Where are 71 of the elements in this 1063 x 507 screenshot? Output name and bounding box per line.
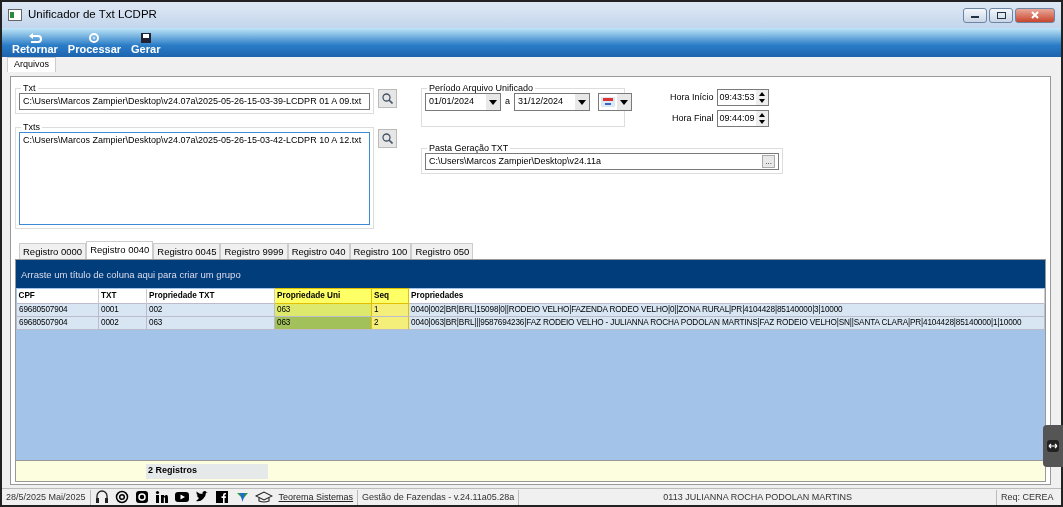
- app-icon: [8, 9, 22, 21]
- time-label: Hora Final: [672, 111, 714, 125]
- status-req: Req: CEREA: [1000, 490, 1055, 504]
- grid-tab[interactable]: Registro 0040: [86, 241, 154, 259]
- dropdown-arrow-icon: [620, 99, 628, 105]
- time-field[interactable]: 09:43:53: [716, 89, 769, 106]
- maximize-icon: [996, 11, 1006, 19]
- maximize-button[interactable]: [989, 7, 1013, 23]
- column-header[interactable]: TXT: [98, 288, 147, 304]
- date-picker[interactable]: 31/12/2024: [514, 93, 590, 111]
- return-icon: [27, 32, 42, 43]
- double-arrow-icon: [1047, 440, 1059, 452]
- dropdown-arrow-icon: [489, 99, 497, 105]
- linkedin-icon[interactable]: [154, 490, 169, 504]
- instagram-icon[interactable]: [134, 490, 149, 504]
- spinner-arrows-icon: [755, 90, 768, 105]
- twitter-icon[interactable]: [194, 490, 209, 504]
- column-header[interactable]: Propriedades: [408, 288, 1045, 304]
- dropdown-arrow-icon: [578, 99, 586, 105]
- spinner-arrows-icon: [755, 111, 768, 126]
- text-field[interactable]: C:\Users\Marcos Zampier\Desktop\v24.07a\2025-05-26-15-03-39-LCDPR 01 A 09.txt: [19, 93, 370, 110]
- field-label: Período Arquivo Unificado: [428, 83, 535, 93]
- grid-tab[interactable]: Registro 9999: [220, 243, 288, 259]
- column-header[interactable]: Propriedade Uni: [274, 288, 372, 304]
- graduation-cap-icon[interactable]: [254, 490, 273, 504]
- search-button[interactable]: [378, 89, 397, 108]
- company-link[interactable]: Teorema Sistemas: [278, 489, 354, 505]
- table-cell: 002: [146, 303, 275, 317]
- browse-button[interactable]: ...: [762, 155, 775, 168]
- minimize-button[interactable]: [963, 7, 987, 23]
- youtube-icon[interactable]: [174, 490, 189, 504]
- separator-label: a: [505, 95, 510, 109]
- group-panel: Arraste um título de coluna aqui para criar um grupo: [16, 260, 1045, 288]
- grid-tab[interactable]: Registro 0000: [19, 243, 87, 259]
- app-version: Gestão de Fazendas - v.24.11a05.28a: [358, 489, 520, 505]
- window-title: Unificador de Txt LCDPR: [28, 7, 157, 23]
- retornar-button[interactable]: Retornar: [12, 32, 58, 55]
- table-cell: 69680507904: [16, 303, 99, 317]
- close-button[interactable]: [1015, 7, 1055, 23]
- table-cell: 0001: [98, 303, 147, 317]
- search-button[interactable]: [378, 129, 397, 148]
- date-picker[interactable]: 01/01/2024: [425, 93, 501, 111]
- calendar-icon: [599, 96, 617, 108]
- time-field[interactable]: 09:44:09: [716, 110, 769, 127]
- field-label: Pasta Geração TXT: [428, 143, 510, 153]
- gerar-button[interactable]: Gerar: [131, 32, 161, 55]
- status-date: 28/5/2025 Mai/2025: [2, 489, 91, 505]
- column-header[interactable]: Propriedade TXT: [146, 288, 275, 304]
- search-icon: [382, 133, 393, 144]
- headset-icon[interactable]: [94, 490, 109, 504]
- search-icon: [382, 93, 393, 104]
- calendar-button[interactable]: [598, 93, 632, 111]
- user-name: 0113 JULIANNA ROCHA PODOLAN MARTINS: [519, 489, 997, 505]
- table-cell: 0040|002|BR|BRL|15098|0||RODEIO VELHO|FAZENDA RODEO VELHO|0||ZONA RURAL|PR|4104428|85140000|3|10000: [408, 303, 1045, 317]
- facebook-icon[interactable]: [214, 490, 229, 504]
- grid-tab[interactable]: Registro 040: [287, 243, 350, 259]
- side-handle[interactable]: [1043, 425, 1063, 467]
- grid-tab[interactable]: Registro 0045: [153, 243, 221, 259]
- grid-tab[interactable]: Registro 100: [349, 243, 412, 259]
- field-label: Txt: [22, 83, 37, 93]
- processar-button[interactable]: Processar: [67, 32, 122, 55]
- close-icon: [1031, 11, 1039, 19]
- folder-field[interactable]: C:\Users\Marcos Zampier\Desktop\v24.11a ...: [425, 153, 779, 170]
- text-area[interactable]: C:\Users\Marcos Zampier\Desktop\v24.07a\2025-05-26-15-03-42-LCDPR 10 A 12.txt: [19, 132, 370, 225]
- grid-tab[interactable]: Registro 050: [411, 243, 474, 259]
- column-header[interactable]: CPF: [16, 288, 99, 304]
- field-label: Txts: [22, 122, 41, 132]
- column-header[interactable]: Seq: [371, 288, 409, 304]
- record-count: 2 Registros: [146, 464, 268, 479]
- time-label: Hora Início: [670, 90, 714, 104]
- page-tab[interactable]: Arquivos: [7, 57, 56, 72]
